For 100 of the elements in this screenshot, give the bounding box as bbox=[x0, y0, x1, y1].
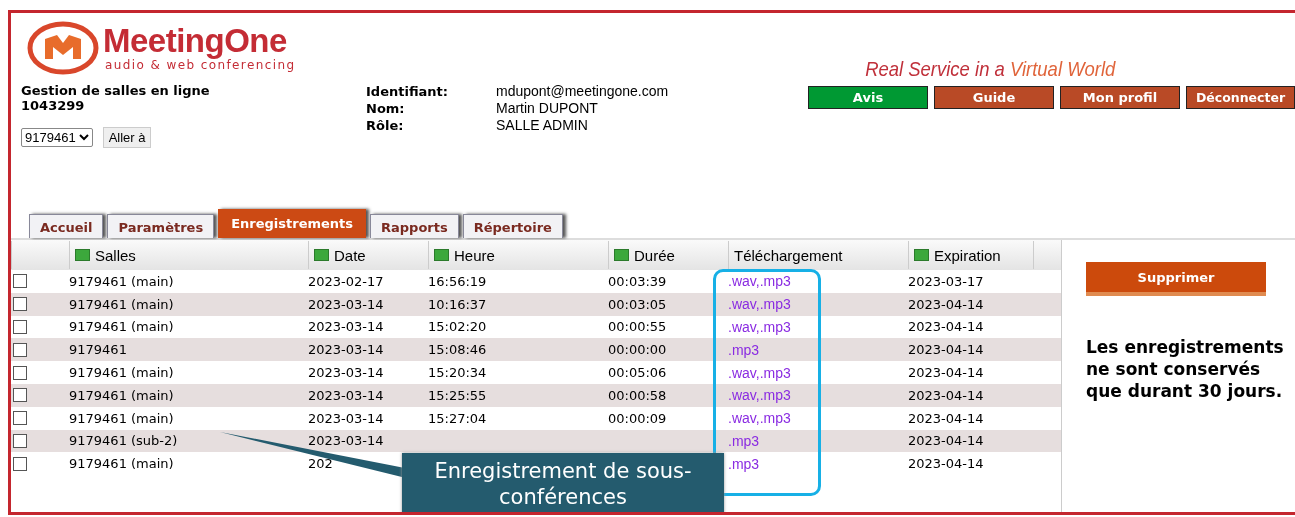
callout: Enregistrement de sous-conférences bbox=[402, 453, 724, 512]
row-checkbox[interactable] bbox=[13, 320, 27, 334]
table-cell: 2023-04-14 bbox=[908, 319, 984, 335]
user-label: Nom: bbox=[366, 100, 406, 117]
table-cell: 15:27:04 bbox=[428, 410, 487, 426]
table-cell: 2023-03-17 bbox=[908, 273, 984, 289]
nav-button[interactable]: Guide bbox=[934, 86, 1054, 109]
column-header[interactable]: Salles bbox=[69, 241, 308, 269]
table-cell: 2023-03-14 bbox=[308, 433, 384, 449]
table-cell: 00:03:39 bbox=[608, 273, 667, 289]
logo-icon bbox=[27, 21, 99, 75]
row-checkbox[interactable] bbox=[13, 388, 27, 403]
table-cell: 15:02:20 bbox=[428, 319, 487, 335]
column-header[interactable]: Téléchargement bbox=[728, 241, 908, 269]
user-label: Identifiant: bbox=[366, 83, 449, 100]
download-link[interactable]: .wav,.mp3 bbox=[728, 410, 791, 427]
table-cell: 9179461 (main) bbox=[69, 387, 174, 403]
table-cell: 2023-03-14 bbox=[308, 410, 384, 426]
table-cell: 2023-04-14 bbox=[908, 296, 984, 312]
delete-button[interactable]: Supprimer bbox=[1086, 262, 1266, 296]
sort-icon bbox=[614, 249, 629, 261]
sort-icon bbox=[914, 249, 929, 261]
table-cell: 00:05:06 bbox=[608, 365, 667, 381]
column-header[interactable]: Durée bbox=[608, 241, 728, 269]
table-cell: 9179461 bbox=[69, 342, 127, 358]
table-cell: 2023-02-17 bbox=[308, 273, 384, 289]
nav-button[interactable]: Avis bbox=[808, 86, 928, 109]
user-value: Martin DUPONT bbox=[496, 100, 599, 117]
user-label: Rôle: bbox=[366, 117, 405, 134]
table-cell: 9179461 (main) bbox=[69, 410, 174, 426]
column-label: Salles bbox=[95, 246, 136, 264]
table-cell: 2023-04-14 bbox=[908, 365, 984, 381]
tab[interactable]: Enregistrements bbox=[218, 209, 367, 238]
download-link[interactable]: .mp3 bbox=[728, 455, 760, 472]
tab[interactable]: Rapports bbox=[370, 214, 459, 238]
table-cell: 9179461 (sub-2) bbox=[69, 433, 178, 449]
table-cell: 2023-04-14 bbox=[908, 410, 984, 426]
row-checkbox[interactable] bbox=[13, 274, 27, 289]
table-cell: 00:00:00 bbox=[608, 342, 667, 358]
column-label: Durée bbox=[634, 246, 675, 264]
retention-notice: Les enregistrements ne sont conservés que durant 30 jours. bbox=[1086, 336, 1285, 402]
sort-icon bbox=[434, 249, 449, 261]
account-number: 1043299 bbox=[21, 98, 86, 113]
table-cell: 202 bbox=[308, 456, 333, 472]
user-value: SALLE ADMIN bbox=[496, 117, 589, 134]
table-cell: 00:00:58 bbox=[608, 387, 667, 403]
download-link[interactable]: .mp3 bbox=[728, 432, 760, 449]
chevron-icon bbox=[78, 134, 89, 141]
table-cell: 00:00:09 bbox=[608, 410, 667, 426]
row-checkbox[interactable] bbox=[13, 433, 27, 448]
row-checkbox[interactable] bbox=[13, 297, 27, 312]
table-cell: 2023-03-14 bbox=[308, 296, 384, 312]
download-link[interactable]: .wav,.mp3 bbox=[728, 296, 791, 313]
column-label: Téléchargement bbox=[734, 246, 843, 264]
account-title: Gestion de salles en ligne bbox=[21, 83, 211, 98]
table-cell: 10:16:37 bbox=[428, 296, 487, 312]
tagline: Real Service in a Virtual World bbox=[864, 57, 1115, 81]
room-select[interactable]: 9179461 bbox=[21, 128, 93, 147]
tab[interactable]: Accueil bbox=[29, 214, 104, 238]
table-cell: 2023-04-14 bbox=[908, 342, 984, 358]
table-cell: 2023-04-14 bbox=[908, 456, 984, 472]
table-cell: 9179461 (main) bbox=[69, 273, 174, 289]
row-checkbox[interactable] bbox=[13, 365, 27, 380]
table-cell: 2023-03-14 bbox=[308, 387, 384, 403]
table-cell: 16:56:19 bbox=[428, 273, 487, 289]
table-cell: 2023-04-14 bbox=[908, 387, 984, 403]
table-cell: 2023-03-14 bbox=[308, 342, 384, 358]
tab[interactable]: Paramètres bbox=[107, 214, 215, 238]
logo-name: MeetingOne bbox=[103, 24, 288, 58]
table-cell: 2023-04-14 bbox=[908, 433, 984, 449]
row-checkbox[interactable] bbox=[13, 342, 27, 357]
table-cell: 2023-03-14 bbox=[308, 365, 384, 381]
column-label: Expiration bbox=[934, 246, 1001, 264]
go-button[interactable]: Aller à bbox=[102, 127, 152, 148]
row-checkbox[interactable] bbox=[13, 411, 27, 426]
download-link[interactable]: .wav,.mp3 bbox=[728, 364, 791, 381]
table-cell: 00:03:05 bbox=[608, 296, 667, 312]
download-link[interactable]: .wav,.mp3 bbox=[728, 273, 791, 290]
row-checkbox[interactable] bbox=[13, 456, 27, 471]
logo-subtitle: audio & web conferencing bbox=[105, 58, 296, 72]
table-cell: 9179461 (main) bbox=[69, 296, 174, 312]
sort-icon bbox=[314, 249, 329, 261]
column-header[interactable]: Date bbox=[308, 241, 428, 269]
download-link[interactable]: .wav,.mp3 bbox=[728, 319, 791, 335]
download-link[interactable]: .mp3 bbox=[728, 341, 760, 358]
user-value: mdupont@meetingone.com bbox=[496, 83, 669, 100]
table-cell: 00:00:55 bbox=[608, 319, 667, 335]
table-cell: 9179461 (main) bbox=[69, 456, 174, 472]
nav-button[interactable]: Mon profil bbox=[1060, 86, 1180, 109]
column-header[interactable]: Heure bbox=[428, 241, 608, 269]
sort-icon bbox=[75, 249, 90, 261]
table-cell: 15:25:55 bbox=[428, 387, 487, 403]
column-header[interactable]: Expiration bbox=[908, 241, 1033, 269]
download-link[interactable]: .wav,.mp3 bbox=[728, 387, 791, 404]
tab[interactable]: Répertoire bbox=[462, 214, 563, 238]
table-cell: 9179461 (main) bbox=[69, 319, 174, 335]
column-label: Heure bbox=[454, 246, 495, 264]
table-cell: 2023-03-14 bbox=[308, 319, 384, 335]
table-cell: 15:08:46 bbox=[428, 342, 487, 358]
nav-button[interactable]: Déconnecter bbox=[1186, 86, 1295, 109]
